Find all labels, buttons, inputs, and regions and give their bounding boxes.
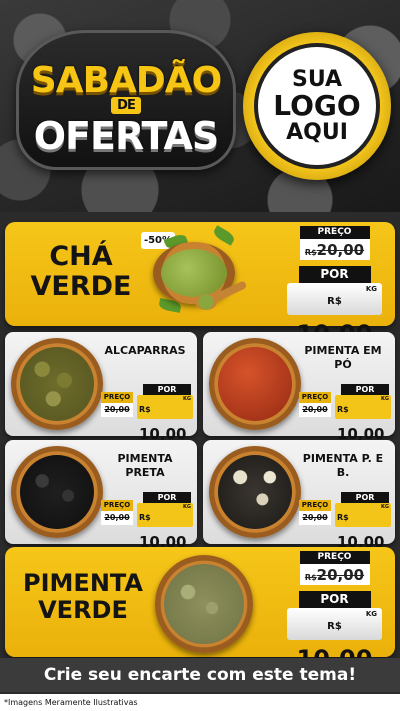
capers-fill <box>20 347 94 421</box>
unit-label: KG <box>183 504 191 510</box>
mixed-pepper-fill <box>218 455 292 529</box>
por-label: POR <box>143 492 191 503</box>
product-card-pimenta-preta: PIMENTA PRETA PREÇO 20,00 POR R$ 10,00 KG <box>5 440 197 551</box>
product-price: PREÇO 20,00 POR R$ 10,00 KG <box>101 384 193 443</box>
unit-label: KG <box>183 396 191 402</box>
por-label: POR <box>341 384 389 395</box>
featured-bottom-name-line2: VERDE <box>38 595 128 624</box>
price-label: PREÇO <box>101 392 133 403</box>
title-de: DE <box>16 97 236 114</box>
new-price: R$ 10,00KG <box>287 608 382 673</box>
logo-circle: SUA LOGO AQUI <box>254 43 380 169</box>
black-pepper-bowl-image <box>11 446 103 538</box>
product-card-pimenta-em-po: PIMENTA EM PÓ PREÇO 20,00 POR R$ 10,00 KG <box>203 332 395 443</box>
capers-bowl-image <box>11 338 103 430</box>
new-price-currency: R$ <box>337 513 349 522</box>
product-price: PREÇO 20,00 POR R$ 10,00 KG <box>101 492 193 551</box>
product-price: PREÇO 20,00 POR R$ 10,00 KG <box>299 492 391 551</box>
featured-bottom-name: PIMENTA VERDE <box>13 570 153 624</box>
logo-text-aqui: AQUI <box>286 119 348 145</box>
por-label: POR <box>341 492 389 503</box>
old-price-value: 20,00 <box>316 566 365 584</box>
product-name: PIMENTA P. E B. <box>302 452 384 480</box>
flyer-page: SABADÃO DE OFERTAS SUA LOGO AQUI CHÁ VER… <box>0 0 400 711</box>
old-price: 20,00 <box>299 403 331 417</box>
featured-bottom-price: PREÇO R$20,00 POR R$ 10,00KG <box>287 551 382 673</box>
featured-bottom-name-line1: PIMENTA <box>23 569 143 597</box>
featured-product-cha-verde: CHÁ VERDE -50% PREÇO R$20,00 POR R$ 10,0… <box>5 222 395 348</box>
old-price: R$20,00 <box>299 564 370 585</box>
spoon-head-image <box>195 294 217 310</box>
por-label: POR <box>298 591 371 608</box>
new-price-currency: R$ <box>327 296 342 307</box>
featured-top-price: PREÇO R$20,00 POR R$ 10,00KG <box>287 226 382 348</box>
old-price: 20,00 <box>101 403 133 417</box>
old-price: R$20,00 <box>299 239 370 260</box>
por-label: POR <box>143 384 191 395</box>
unit-label: KG <box>365 285 377 293</box>
disclaimer-text: *Imagens Meramente Ilustrativas <box>0 694 400 711</box>
cta-banner[interactable]: Crie seu encarte com este tema! <box>0 658 400 692</box>
tea-powder <box>161 249 227 297</box>
por-label: POR <box>298 266 371 283</box>
product-name: PIMENTA PRETA <box>117 452 173 480</box>
paprika-fill <box>218 347 292 421</box>
new-price-currency: R$ <box>139 405 151 414</box>
old-price: 20,00 <box>101 511 133 525</box>
product-card-pimenta-p-e-b: PIMENTA P. E B. PREÇO 20,00 POR R$ 10,00… <box>203 440 395 551</box>
unit-label: KG <box>365 610 377 618</box>
green-pepper-fill <box>164 564 244 644</box>
new-price-currency: R$ <box>327 621 342 632</box>
new-price: R$ 10,00KG <box>137 503 193 551</box>
new-price: R$ 10,00KG <box>137 395 193 443</box>
leaf-icon <box>211 225 237 246</box>
featured-top-name-line2: VERDE <box>30 271 132 303</box>
price-label: PREÇO <box>101 500 133 511</box>
logo-text-logo: LOGO <box>273 89 361 123</box>
black-pepper-fill <box>20 455 94 529</box>
price-label: PREÇO <box>299 500 331 511</box>
price-label: PREÇO <box>299 551 370 564</box>
new-price-currency: R$ <box>337 405 349 414</box>
title-sabadao: SABADÃO <box>30 60 222 101</box>
title-de-text: DE <box>111 97 141 114</box>
old-price: 20,00 <box>299 511 331 525</box>
new-price: R$ 10,00KG <box>335 395 391 443</box>
unit-label: KG <box>381 504 389 510</box>
featured-product-pimenta-verde: PIMENTA VERDE PREÇO R$20,00 POR R$ 10,00… <box>5 547 395 673</box>
green-pepper-bowl-image <box>155 555 253 653</box>
new-price: R$ 10,00KG <box>335 503 391 551</box>
paprika-bowl-image <box>209 338 301 430</box>
price-label: PREÇO <box>299 392 331 403</box>
featured-top-name: CHÁ VERDE <box>21 241 141 303</box>
new-price-currency: R$ <box>139 513 151 522</box>
title-ofertas: OFERTAS <box>33 114 220 158</box>
product-card-alcaparras: ALCAPARRAS PREÇO 20,00 POR R$ 10,00 KG <box>5 332 197 443</box>
old-price-value: 20,00 <box>316 241 365 259</box>
old-price-currency: R$ <box>304 573 317 582</box>
price-label: PREÇO <box>299 226 370 239</box>
logo-text-sua: SUA <box>291 67 343 93</box>
product-name: ALCAPARRAS <box>104 344 186 357</box>
featured-top-name-line1: CHÁ <box>49 241 113 272</box>
old-price-currency: R$ <box>304 248 317 257</box>
product-price: PREÇO 20,00 POR R$ 10,00 KG <box>299 384 391 443</box>
unit-label: KG <box>381 396 389 402</box>
logo-placeholder: SUA LOGO AQUI <box>243 32 391 180</box>
mixed-pepper-bowl-image <box>209 446 301 538</box>
new-price: R$ 10,00KG <box>287 283 382 348</box>
product-name: PIMENTA EM PÓ <box>304 344 382 372</box>
